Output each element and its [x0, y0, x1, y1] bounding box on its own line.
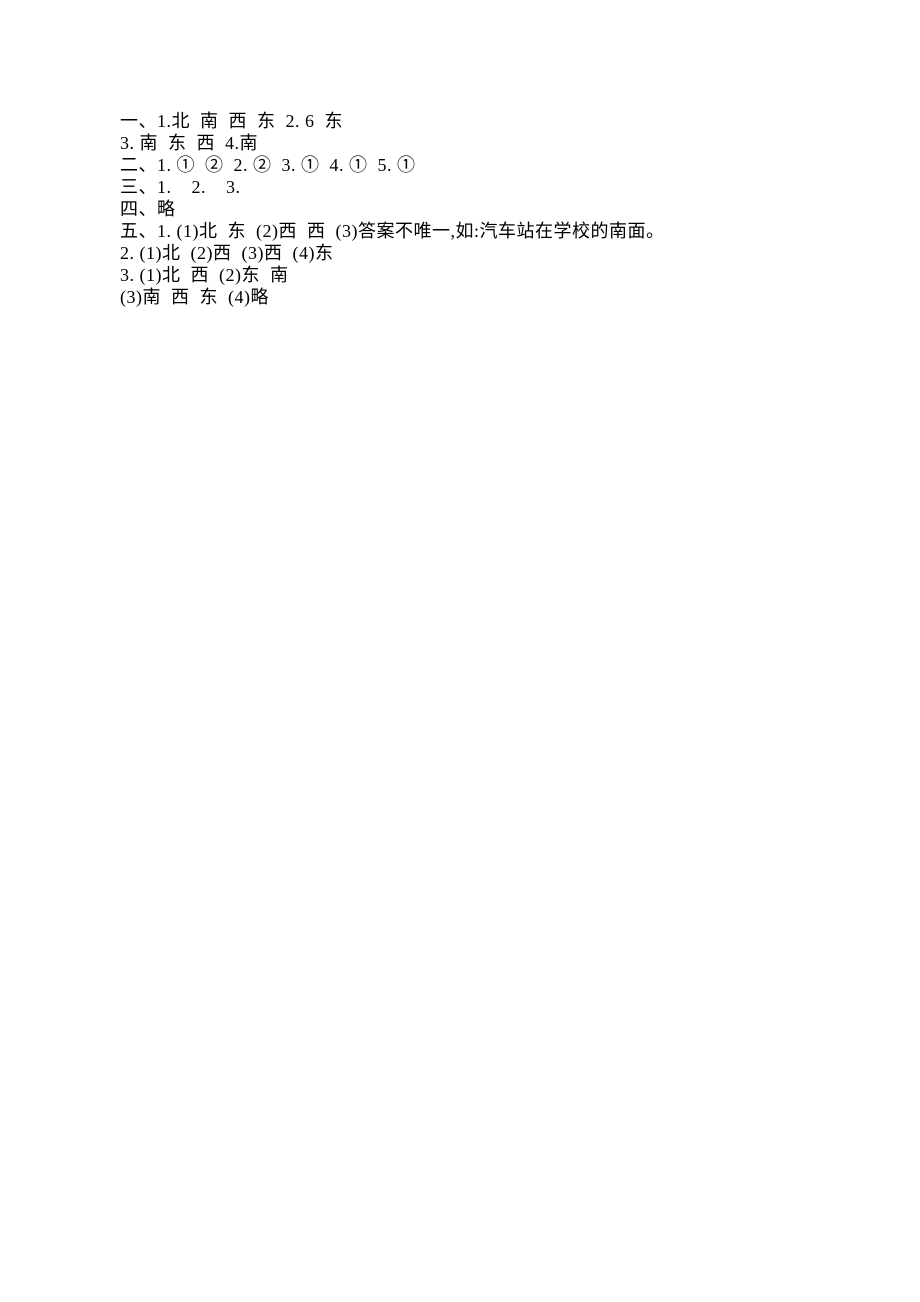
answer-line: 五、1. (1)北 东 (2)西 西 (3)答案不唯一,如:汽车站在学校的南面。	[120, 220, 820, 242]
answer-line: (3)南 西 东 (4)略	[120, 286, 820, 308]
answer-line: 二、1. ① ② 2. ② 3. ① 4. ① 5. ①	[120, 154, 820, 176]
answer-line: 3. (1)北 西 (2)东 南	[120, 264, 820, 286]
answer-line: 三、1. 2. 3.	[120, 176, 820, 198]
answer-line: 一、1.北 南 西 东 2. 6 东	[120, 110, 820, 132]
answer-line: 四、略	[120, 198, 820, 220]
answer-line: 3. 南 东 西 4.南	[120, 132, 820, 154]
answer-key-page: 一、1.北 南 西 东 2. 6 东 3. 南 东 西 4.南 二、1. ① ②…	[0, 0, 920, 1302]
answer-line: 2. (1)北 (2)西 (3)西 (4)东	[120, 242, 820, 264]
